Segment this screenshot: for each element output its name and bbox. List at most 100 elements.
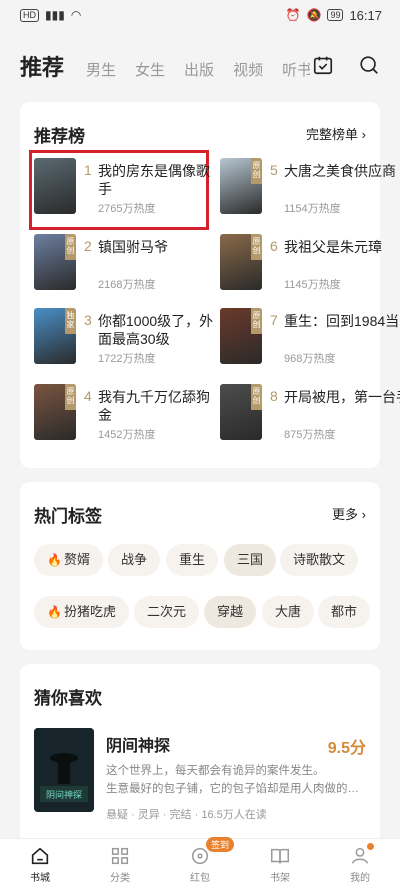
rank-heat: 875万热度 [284,429,336,441]
ranking-item[interactable]: 原创 7 重生：回到1984当富翁 968万热度 [220,308,400,372]
ranking-item[interactable]: 原创 8 开局被甩，第一台手术震惊世界 875万热度 [220,384,400,448]
checkin-badge[interactable]: 签到 [206,837,235,852]
alarm-icon: ⏰ [285,8,301,22]
calendar-checkin-icon[interactable] [312,54,334,76]
book-cover[interactable]: 原创 [34,234,76,290]
tag-pill[interactable]: 二次元 [134,596,200,628]
book-cover[interactable]: 原创 [220,384,262,440]
rank-heat: 968万热度 [284,353,336,365]
tag-pill[interactable]: 🔥 扮猪吃虎 [34,596,129,628]
guess-card: 猜你喜欢 阴间神探 阴间神探 9.5分 这个世界上，每天都会有诡异的案件发生。 … [20,664,380,844]
cover-tag: 原创 [251,158,262,184]
cover-tag: 原创 [251,234,262,260]
top-nav: 推荐 男生 女生 出版 视频 听书 [0,44,400,88]
rank-title[interactable]: 开局被甩，第一台手术震惊世界 [284,388,400,406]
rank-number: 5 [270,162,278,178]
rank-heat: 1452万热度 [98,429,156,441]
book-meta: 悬疑 · 灵异 · 完结 · 16.5万人在读 [106,809,267,821]
rank-number: 3 [84,312,92,328]
tab-video[interactable]: 视频 [233,59,263,80]
bottom-tab-bookstore[interactable]: 书城 [0,839,80,888]
book-description: 这个世界上，每天都会有诡异的案件发生。 生意最好的包子铺，它的包子馅却是用人肉做… [106,765,359,795]
ranking-item[interactable]: 1 我的房东是偶像歌手 2765万热度 [34,158,214,222]
rank-title[interactable]: 重生：回到1984当富翁 [284,312,400,330]
rank-title[interactable]: 我祖父是朱元璋 [284,238,400,256]
bottom-tab-bookshelf[interactable]: 书架 [240,839,320,888]
status-time: 16:17 [349,7,382,23]
rank-title[interactable]: 我有九千万亿舔狗金 [98,388,214,424]
tag-pill[interactable]: 穿越 [204,596,257,628]
rank-title[interactable]: 你都1000级了，外面最高30级 [98,312,214,348]
rank-title[interactable]: 大唐之美食供应商 [284,162,400,180]
nav-icons [312,54,380,76]
ranking-item[interactable]: 原创 6 我祖父是朱元璋 1145万热度 [220,234,400,298]
tab-publish[interactable]: 出版 [184,59,214,80]
rank-title[interactable]: 我的房东是偶像歌手 [98,162,214,198]
tag-pill[interactable]: 大唐 [262,596,315,628]
bottom-tab-bar: 书城 分类 红包 签到 书架 我的 [0,837,400,888]
rank-number: 4 [84,388,92,404]
full-ranking-link[interactable]: 完整榜单 › [306,124,366,143]
status-bar: HD ▮▮▮ ◠ ⏰ 🔕 99 16:17 [0,0,400,30]
status-left: HD ▮▮▮ ◠ [20,8,81,22]
ranking-card: 推荐榜 完整榜单 › 1 我的房东是偶像歌手 2765万热度 原创 2 镇国驸马爷 2168… [20,102,400,468]
channel-tabs: 推荐 男生 女生 出版 视频 听书 [20,50,310,82]
signal-icon: ▮▮▮ [45,8,65,22]
book-score: 9.5分 [327,740,366,757]
home-icon [31,847,49,865]
book-cover[interactable]: 独家 [34,308,76,364]
cover-tag: 原创 [65,234,76,260]
book-cover[interactable]: 原创 [220,158,262,214]
ranking-item[interactable]: 原创 2 镇国驸马爷 2168万热度 [34,234,214,298]
rank-heat: 2168万热度 [98,279,156,291]
mute-icon: 🔕 [306,8,322,22]
cover-tag: 独家 [65,308,76,334]
ranking-item[interactable]: 原创 5 大唐之美食供应商 1154万热度 [220,158,400,222]
cover-text: 阴间神探 [46,789,82,801]
tag-pill[interactable]: 重生 [166,544,219,576]
ranking-item[interactable]: 独家 3 你都1000级了，外面最高30级 1722万热度 [34,308,214,372]
tag-pill[interactable]: 诗歌散文 [280,544,359,576]
tag-pill[interactable]: 三国 [224,544,277,576]
book-cover[interactable] [34,158,76,214]
rank-number: 1 [84,162,92,178]
hot-tags-title: 热门标签 [34,507,102,526]
book-title[interactable]: 阴间神探 [106,732,170,756]
book-cover[interactable]: 原创 [34,384,76,440]
hot-tags-card: 热门标签 更多 › 🔥 赘婿 战争 重生 三国 诗歌散文 🔥 扮猪吃虎 二次元 穿越… [20,482,380,650]
hd-icon: HD [20,8,39,22]
flame-icon: 🔥 [47,553,62,567]
more-tags-link[interactable]: 更多 › [332,504,366,523]
book-cover[interactable]: 原创 [220,308,262,364]
book-cover[interactable]: 阴间神探 [34,728,94,812]
rank-title[interactable]: 镇国驸马爷 [98,238,214,256]
bottom-tab-mine[interactable]: 我的 [320,839,400,888]
rank-number: 2 [84,238,92,254]
bottom-tab-category[interactable]: 分类 [80,839,160,888]
tab-recommend[interactable]: 推荐 [20,50,64,82]
ranking-item[interactable]: 原创 4 我有九千万亿舔狗金 1452万热度 [34,384,214,448]
tag-pill[interactable]: 🔥 赘婿 [34,544,103,576]
tag-pill[interactable]: 都市 [318,596,371,628]
tab-audio[interactable]: 听书 [282,59,310,80]
notification-dot [367,843,374,850]
rank-heat: 2765万热度 [98,203,156,215]
rank-number: 6 [270,238,278,254]
wifi-icon: ◠ [70,8,82,22]
cover-tag: 原创 [251,308,262,334]
search-icon[interactable] [358,54,380,76]
rank-number: 7 [270,312,278,328]
guess-title: 猜你喜欢 [34,689,102,708]
cover-tag: 原创 [251,384,262,410]
book-icon [271,848,289,864]
grid-icon [111,847,129,865]
rank-heat: 1154万热度 [284,203,341,215]
flame-icon: 🔥 [47,605,62,619]
book-cover[interactable]: 原创 [220,234,262,290]
tab-female[interactable]: 女生 [135,59,165,80]
tab-male[interactable]: 男生 [86,59,116,80]
rank-heat: 1722万热度 [98,353,156,365]
tag-pill[interactable]: 战争 [108,544,161,576]
rank-number: 8 [270,388,278,404]
ranking-title: 推荐榜 [34,127,85,146]
